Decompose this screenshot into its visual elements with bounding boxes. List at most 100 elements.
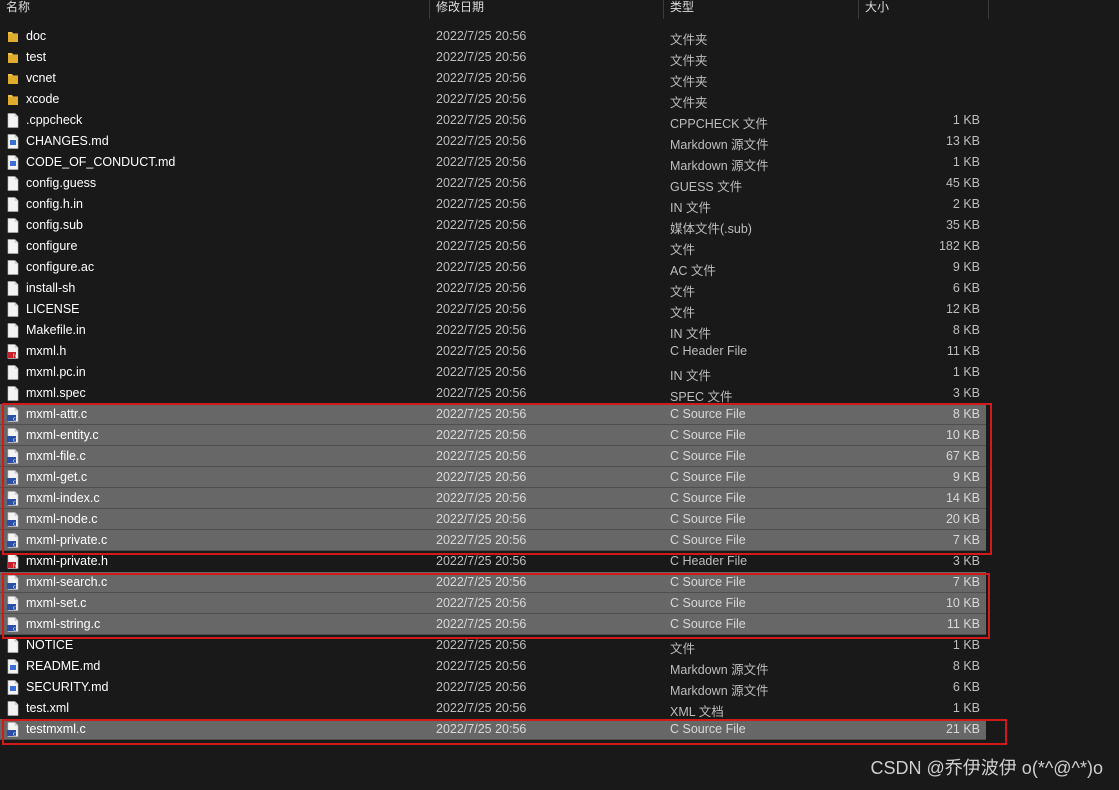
file-type: C Header File bbox=[670, 344, 748, 358]
file-size: 8 KB bbox=[952, 323, 980, 337]
markdown-file-icon bbox=[7, 659, 19, 674]
file-name: mxml-index.c bbox=[26, 491, 100, 505]
file-type: Markdown 源文件 bbox=[670, 159, 769, 173]
file-type: C Source File bbox=[670, 428, 746, 442]
file-row[interactable]: c mxml-string.c 2022/7/25 20:56 C Source Fi… bbox=[0, 614, 986, 635]
file-row[interactable]: c mxml-entity.c 2022/7/25 20:56 C Source Fi… bbox=[0, 425, 986, 446]
file-icon bbox=[7, 113, 19, 128]
c-source-file-icon: c bbox=[7, 470, 19, 486]
file-row[interactable]: mxml.pc.in 2022/7/25 20:56 IN 文件 1 KB bbox=[0, 362, 986, 383]
file-row[interactable]: vcnet 2022/7/25 20:56 文件夹 bbox=[0, 68, 986, 89]
file-name: README.md bbox=[26, 659, 101, 673]
file-row[interactable]: c mxml-file.c 2022/7/25 20:56 C Source File… bbox=[0, 446, 986, 467]
folder-icon bbox=[7, 29, 19, 44]
file-size: 6 KB bbox=[952, 281, 980, 295]
file-row[interactable]: c mxml-get.c 2022/7/25 20:56 C Source File 9… bbox=[0, 467, 986, 488]
file-name: mxml.h bbox=[26, 344, 67, 358]
file-row[interactable]: SECURITY.md 2022/7/25 20:56 Markdown 源文件 6 … bbox=[0, 677, 986, 698]
file-modified-date: 2022/7/25 20:56 bbox=[436, 449, 527, 463]
file-row[interactable]: doc 2022/7/25 20:56 文件夹 bbox=[0, 26, 986, 47]
column-header-date[interactable]: 修改日期 bbox=[436, 0, 484, 19]
file-name: LICENSE bbox=[26, 302, 80, 316]
column-divider[interactable] bbox=[429, 0, 430, 19]
file-name: config.guess bbox=[26, 176, 97, 190]
file-icon bbox=[7, 239, 19, 254]
file-type: 文件夹 bbox=[670, 96, 708, 110]
file-modified-date: 2022/7/25 20:56 bbox=[436, 29, 527, 43]
watermark: CSDN @乔伊波伊 o(*^@^*)o bbox=[870, 758, 1103, 778]
file-modified-date: 2022/7/25 20:56 bbox=[436, 512, 527, 526]
file-name: configure bbox=[26, 239, 78, 253]
file-size: 10 KB bbox=[945, 428, 980, 442]
svg-text:h: h bbox=[13, 354, 16, 360]
svg-text:c: c bbox=[13, 417, 16, 423]
column-divider[interactable] bbox=[663, 0, 664, 19]
file-row[interactable]: c mxml-search.c 2022/7/25 20:56 C Source Fi… bbox=[0, 572, 986, 593]
file-row[interactable]: c mxml-node.c 2022/7/25 20:56 C Source File… bbox=[0, 509, 986, 530]
file-row[interactable]: README.md 2022/7/25 20:56 Markdown 源文件 8 KB bbox=[0, 656, 986, 677]
svg-text:c: c bbox=[13, 438, 16, 444]
folder-icon bbox=[7, 50, 19, 65]
file-row[interactable]: c mxml-attr.c 2022/7/25 20:56 C Source File… bbox=[0, 404, 986, 425]
file-row[interactable]: CHANGES.md 2022/7/25 20:56 Markdown 源文件 13 … bbox=[0, 131, 986, 152]
file-icon bbox=[7, 281, 19, 296]
file-row[interactable]: config.h.in 2022/7/25 20:56 IN 文件 2 KB bbox=[0, 194, 986, 215]
file-row[interactable]: test.xml 2022/7/25 20:56 XML 文档 1 KB bbox=[0, 698, 986, 719]
file-modified-date: 2022/7/25 20:56 bbox=[436, 638, 527, 652]
svg-text:c: c bbox=[13, 732, 16, 738]
c-source-file-icon: c bbox=[7, 596, 19, 612]
markdown-file-icon bbox=[7, 680, 19, 695]
file-size: 13 KB bbox=[945, 134, 980, 148]
file-row[interactable]: config.sub 2022/7/25 20:56 媒体文件(.sub) 35 KB bbox=[0, 215, 986, 236]
column-header-type[interactable]: 类型 bbox=[670, 0, 694, 19]
file-row[interactable]: mxml.spec 2022/7/25 20:56 SPEC 文件 3 KB bbox=[0, 383, 986, 404]
file-name: mxml-search.c bbox=[26, 575, 108, 589]
file-icon bbox=[7, 701, 19, 716]
file-row[interactable]: CODE_OF_CONDUCT.md 2022/7/25 20:56 Markdow… bbox=[0, 152, 986, 173]
file-row[interactable]: c testmxml.c 2022/7/25 20:56 C Source File 2… bbox=[0, 719, 986, 740]
file-row[interactable]: c mxml-index.c 2022/7/25 20:56 C Source Fil… bbox=[0, 488, 986, 509]
c-source-file-icon: c bbox=[7, 428, 19, 444]
file-modified-date: 2022/7/25 20:56 bbox=[436, 533, 527, 547]
file-row[interactable]: .cppcheck 2022/7/25 20:56 CPPCHECK 文件 1 KB bbox=[0, 110, 986, 131]
file-row[interactable]: LICENSE 2022/7/25 20:56 文件 12 KB bbox=[0, 299, 986, 320]
file-row[interactable]: configure 2022/7/25 20:56 文件 182 KB bbox=[0, 236, 986, 257]
file-modified-date: 2022/7/25 20:56 bbox=[436, 344, 527, 358]
file-name: xcode bbox=[26, 92, 60, 106]
file-name: SECURITY.md bbox=[26, 680, 109, 694]
folder-icon bbox=[7, 71, 19, 86]
column-header-size[interactable]: 大小 bbox=[865, 0, 889, 19]
file-modified-date: 2022/7/25 20:56 bbox=[436, 218, 527, 232]
file-type: 文件夹 bbox=[670, 75, 708, 89]
file-modified-date: 2022/7/25 20:56 bbox=[436, 659, 527, 673]
file-name: mxml.spec bbox=[26, 386, 86, 400]
file-type: AC 文件 bbox=[670, 264, 716, 278]
file-name: mxml-get.c bbox=[26, 470, 88, 484]
file-row[interactable]: test 2022/7/25 20:56 文件夹 bbox=[0, 47, 986, 68]
svg-text:c: c bbox=[13, 459, 16, 465]
file-row[interactable]: c mxml-set.c 2022/7/25 20:56 C Source File 1… bbox=[0, 593, 986, 614]
file-name: mxml-string.c bbox=[26, 617, 101, 631]
file-size: 7 KB bbox=[952, 533, 980, 547]
file-name: test bbox=[26, 50, 47, 64]
file-row[interactable]: configure.ac 2022/7/25 20:56 AC 文件 9 KB bbox=[0, 257, 986, 278]
file-row[interactable]: c mxml-private.c 2022/7/25 20:56 C Source F… bbox=[0, 530, 986, 551]
file-row[interactable]: h mxml.h 2022/7/25 20:56 C Header File 11 KB bbox=[0, 341, 986, 362]
file-row[interactable]: NOTICE 2022/7/25 20:56 文件 1 KB bbox=[0, 635, 986, 656]
file-row[interactable]: xcode 2022/7/25 20:56 文件夹 bbox=[0, 89, 986, 110]
file-name: config.h.in bbox=[26, 197, 83, 211]
column-divider[interactable] bbox=[988, 0, 989, 19]
file-name: mxml-entity.c bbox=[26, 428, 99, 442]
file-name: testmxml.c bbox=[26, 722, 86, 736]
file-modified-date: 2022/7/25 20:56 bbox=[436, 302, 527, 316]
file-name: doc bbox=[26, 29, 47, 43]
file-row[interactable]: config.guess 2022/7/25 20:56 GUESS 文件 45 KB bbox=[0, 173, 986, 194]
file-row[interactable]: h mxml-private.h 2022/7/25 20:56 C Header F… bbox=[0, 551, 986, 572]
column-header-name[interactable]: 名称 bbox=[6, 0, 30, 19]
file-size: 9 KB bbox=[952, 260, 980, 274]
file-row[interactable]: install-sh 2022/7/25 20:56 文件 6 KB bbox=[0, 278, 986, 299]
file-row[interactable]: Makefile.in 2022/7/25 20:56 IN 文件 8 KB bbox=[0, 320, 986, 341]
c-source-file-icon: c bbox=[7, 617, 19, 633]
column-divider[interactable] bbox=[858, 0, 859, 19]
file-size: 10 KB bbox=[945, 596, 980, 610]
